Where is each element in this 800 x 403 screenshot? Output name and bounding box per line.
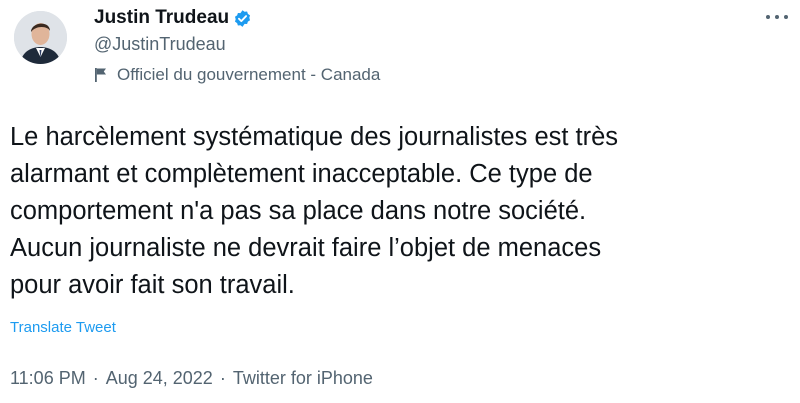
meta-separator: · (92, 368, 99, 388)
tweet-text-line: alarmant et complètement inacceptable. C… (10, 160, 593, 188)
author-handle[interactable]: @JustinTrudeau (94, 32, 226, 56)
tweet-source[interactable]: Twitter for iPhone (233, 366, 373, 390)
tweet-text-line: Aucun journaliste ne devrait faire l’obj… (10, 234, 602, 262)
tweet-metadata: 11:06 PM · Aug 24, 2022 · Twitter for iP… (10, 366, 373, 390)
flag-icon (94, 67, 108, 83)
tweet-text-line: pour avoir fait son travail. (10, 271, 295, 299)
verified-badge-icon (233, 9, 252, 28)
tweet-text-line: comportement n'a pas sa place dans notre… (10, 197, 587, 225)
tweet-text-line: Le harcèlement systématique des journali… (10, 123, 619, 151)
translate-tweet-link[interactable]: Translate Tweet (10, 318, 116, 338)
meta-separator: · (219, 368, 226, 388)
tweet-time[interactable]: 11:06 PM (10, 366, 86, 390)
author-name-row: Justin Trudeau (94, 6, 252, 30)
tweet-date[interactable]: Aug 24, 2022 (106, 366, 213, 390)
government-label-text: Officiel du gouvernement - Canada (117, 65, 381, 84)
author-name[interactable]: Justin Trudeau (94, 6, 229, 30)
government-label: Officiel du gouvernement - Canada (94, 64, 380, 86)
avatar-image (14, 11, 67, 64)
avatar[interactable] (14, 11, 67, 64)
tweet-text: Le harcèlement systématique des journali… (10, 119, 790, 304)
more-options-icon[interactable] (766, 10, 788, 24)
